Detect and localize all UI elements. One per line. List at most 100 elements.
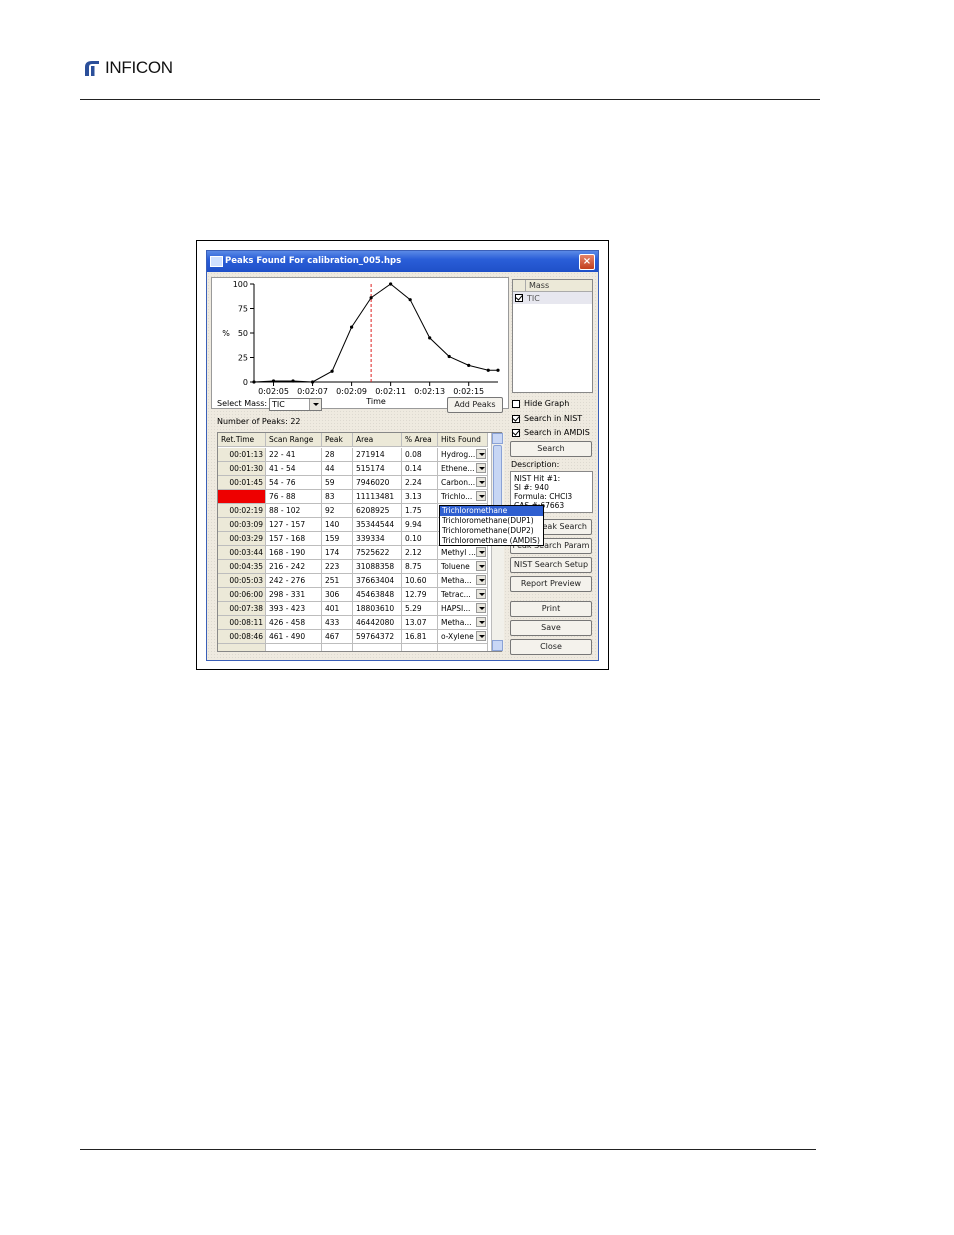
table-cell: 0.10	[402, 532, 438, 546]
hits-option[interactable]: Trichloromethane(DUP1)	[440, 516, 543, 526]
chevron-down-icon[interactable]	[476, 617, 486, 627]
chevron-down-icon[interactable]	[476, 603, 486, 613]
hits-dropdown-list[interactable]: Trichloromethane Trichloromethane(DUP1) Tr…	[439, 505, 544, 546]
scroll-up-icon[interactable]	[492, 433, 503, 444]
cell-text: 13.07	[405, 618, 427, 627]
column-header[interactable]: Hits Found	[438, 433, 488, 447]
table-cell[interactable]	[438, 644, 488, 651]
table-row[interactable]: 00:08:11 426 - 458 433 46442080 13.07 Metha..…	[218, 616, 488, 630]
chevron-down-icon[interactable]	[476, 449, 486, 459]
cell-text: 216 - 242	[269, 562, 306, 571]
cell-text: 271914	[356, 450, 385, 459]
table-row[interactable]: 00:07:38 393 - 423 401 18803610 5.29 HAPSI...	[218, 602, 488, 616]
search-amdis-option[interactable]: Search in AMDIS	[512, 428, 590, 437]
data-point	[496, 368, 500, 372]
brand-name: INFICON	[105, 58, 173, 77]
table-row[interactable]: 00:01:45 54 - 76 59 7946020 2.24 Carbon...	[218, 476, 488, 490]
table-row[interactable]	[218, 644, 488, 651]
table-cell[interactable]: o-Xylene	[438, 630, 488, 644]
column-header[interactable]: % Area	[402, 433, 438, 447]
close-window-button[interactable]: ×	[579, 254, 595, 270]
table-row[interactable]: 00:02:10 76 - 88 83 11113481 3.13 Trichlo...	[218, 490, 488, 504]
window-title: Peaks Found For calibration_005.hps	[225, 256, 402, 266]
table-cell: 251	[322, 574, 353, 588]
hits-option[interactable]: Trichloromethane(DUP2)	[440, 526, 543, 536]
title-bar[interactable]: Peaks Found For calibration_005.hps ×	[207, 251, 598, 272]
search-nist-option[interactable]: Search in NIST	[512, 414, 582, 423]
save-button[interactable]: Save	[510, 620, 592, 636]
print-button[interactable]: Print	[510, 601, 592, 617]
table-row[interactable]: 00:01:30 41 - 54 44 515174 0.14 Ethene...	[218, 462, 488, 476]
chevron-down-icon[interactable]	[476, 575, 486, 585]
chevron-down-icon[interactable]	[476, 561, 486, 571]
mass-list[interactable]: Mass TIC	[512, 279, 593, 393]
table-row[interactable]: 00:04:35 216 - 242 223 31088358 8.75 Toluene	[218, 560, 488, 574]
search-amdis-checkbox[interactable]	[512, 428, 520, 437]
table-cell: 00:01:30	[218, 462, 266, 476]
chevron-down-icon[interactable]	[476, 463, 486, 473]
table-cell: 00:04:35	[218, 560, 266, 574]
search-nist-label: Search in NIST	[524, 414, 583, 423]
add-peaks-button[interactable]: Add Peaks	[447, 397, 503, 413]
select-mass-label: Select Mass:	[217, 399, 268, 408]
table-cell[interactable]: Tetrac...	[438, 588, 488, 602]
cell-text: 00:01:13	[229, 450, 263, 459]
chevron-down-icon[interactable]	[476, 491, 486, 501]
chevron-down-icon[interactable]	[309, 399, 321, 410]
table-cell: 8.75	[402, 560, 438, 574]
x-axis-label: Time	[365, 397, 386, 406]
data-point	[389, 282, 393, 286]
peaks-found-window: Peaks Found For calibration_005.hps × 0 2…	[206, 250, 599, 661]
hits-option[interactable]: Trichloromethane	[440, 506, 543, 516]
table-cell[interactable]: Methyl ...	[438, 546, 488, 560]
table-cell	[353, 644, 402, 651]
close-button[interactable]: Close	[510, 639, 592, 655]
table-row[interactable]: 00:08:46 461 - 490 467 59764372 16.81 o-Xylen…	[218, 630, 488, 644]
table-cell: 5.29	[402, 602, 438, 616]
cell-text: 3.13	[405, 492, 422, 501]
column-header[interactable]: Area	[353, 433, 402, 447]
cell-text: 174	[325, 548, 340, 557]
data-point	[350, 325, 354, 329]
table-row[interactable]: 00:06:00 298 - 331 306 45463848 12.79 Tetrac.…	[218, 588, 488, 602]
chevron-down-icon[interactable]	[476, 589, 486, 599]
chevron-down-icon[interactable]	[476, 477, 486, 487]
search-nist-checkbox[interactable]	[512, 414, 520, 423]
hide-graph-checkbox[interactable]	[512, 399, 520, 408]
column-header[interactable]: Peak	[322, 433, 353, 447]
cell-text: 00:08:46	[229, 632, 263, 641]
chevron-down-icon[interactable]	[476, 631, 486, 641]
chevron-down-icon[interactable]	[476, 547, 486, 557]
table-cell[interactable]: HAPSI...	[438, 602, 488, 616]
table-cell[interactable]: Carbon...	[438, 476, 488, 490]
table-cell: 7525622	[353, 546, 402, 560]
table-cell: 00:08:46	[218, 630, 266, 644]
table-cell: 00:08:11	[218, 616, 266, 630]
search-button[interactable]: Search	[510, 441, 592, 457]
mass-item-tic[interactable]: TIC	[513, 292, 592, 304]
cell-text: 22 - 41	[269, 450, 296, 459]
hits-option[interactable]: Trichloromethane (AMDIS)	[440, 536, 543, 546]
table-cell[interactable]: Metha...	[438, 574, 488, 588]
table-cell[interactable]: Toluene	[438, 560, 488, 574]
table-row[interactable]: 00:01:13 22 - 41 28 271914 0.08 Hydrog...	[218, 448, 488, 462]
table-row[interactable]: 00:05:03 242 - 276 251 37663404 10.60 Metha..…	[218, 574, 488, 588]
table-cell: 216 - 242	[266, 560, 322, 574]
nist-search-setup-button[interactable]: NIST Search Setup	[510, 557, 592, 573]
table-cell[interactable]: Trichlo...	[438, 490, 488, 504]
table-cell: 223	[322, 560, 353, 574]
scroll-down-icon[interactable]	[492, 640, 503, 651]
column-header[interactable]: Ret.Time	[218, 433, 266, 447]
report-preview-button[interactable]: Report Preview	[510, 576, 592, 592]
select-mass-dropdown[interactable]: TIC	[269, 398, 322, 411]
column-header[interactable]: Scan Range	[266, 433, 322, 447]
table-cell[interactable]: Hydrog...	[438, 448, 488, 462]
table-row[interactable]: 00:03:44 168 - 190 174 7525622 2.12 Methyl ..…	[218, 546, 488, 560]
table-cell[interactable]: Metha...	[438, 616, 488, 630]
mass-tic-checkbox[interactable]	[515, 294, 523, 302]
cell-text: Tetrac...	[441, 590, 471, 599]
table-cell: 306	[322, 588, 353, 602]
hide-graph-option[interactable]: Hide Graph	[512, 399, 569, 408]
cell-text: 0.14	[405, 464, 422, 473]
table-cell[interactable]: Ethene...	[438, 462, 488, 476]
